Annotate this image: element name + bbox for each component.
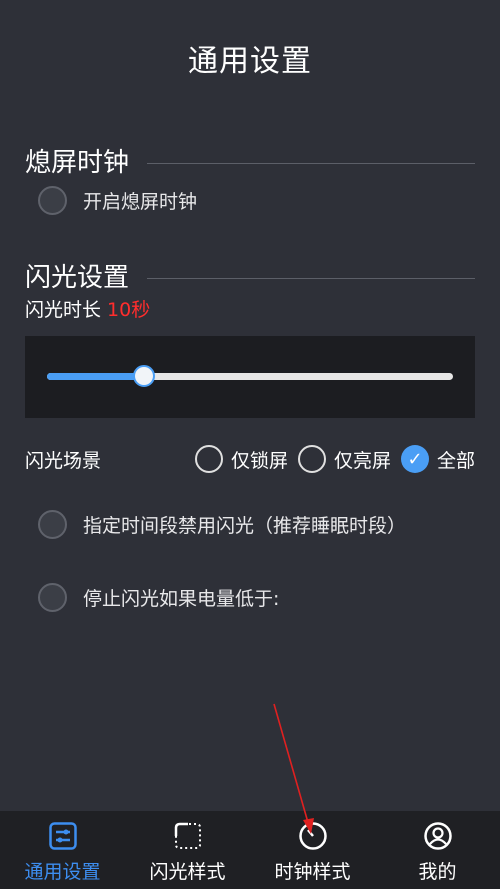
tab-label: 通用设置 bbox=[24, 861, 101, 883]
scene-option-label: 全部 bbox=[436, 449, 475, 472]
flash-scene-label: 闪光场景 bbox=[25, 449, 102, 472]
clock-icon bbox=[298, 821, 328, 851]
slider-thumb[interactable] bbox=[133, 365, 156, 387]
flash-duration-slider[interactable] bbox=[47, 365, 453, 387]
disable-period-toggle[interactable]: 指定时间段禁用闪光（推荐睡眠时段） bbox=[38, 510, 406, 539]
radio-unchecked-icon[interactable] bbox=[38, 186, 67, 215]
tab-label: 闪光样式 bbox=[149, 861, 226, 883]
battery-stop-label: 停止闪光如果电量低于: bbox=[83, 588, 280, 610]
radio-unchecked-icon[interactable] bbox=[38, 510, 67, 539]
flash-duration-label: 闪光时长 bbox=[25, 299, 102, 321]
screen-off-clock-toggle[interactable]: 开启熄屏时钟 bbox=[38, 186, 197, 215]
scene-option-screen-on-only[interactable]: 仅亮屏 bbox=[297, 445, 391, 473]
battery-stop-toggle[interactable]: 停止闪光如果电量低于: bbox=[38, 583, 279, 612]
page-title: 通用设置 bbox=[188, 44, 312, 79]
tab-flash-style[interactable]: 闪光样式 bbox=[125, 811, 250, 889]
radio-unchecked-icon[interactable] bbox=[297, 445, 326, 473]
slider-fill bbox=[47, 373, 145, 380]
radio-checked-icon[interactable]: ✓ bbox=[400, 445, 429, 473]
section-title: 闪光设置 bbox=[25, 263, 130, 293]
section-divider bbox=[147, 278, 475, 279]
tab-label: 我的 bbox=[418, 861, 457, 883]
flash-scene-row: 闪光场景 仅锁屏 仅亮屏 ✓ 全部 bbox=[25, 443, 475, 475]
settings-sliders-icon bbox=[48, 821, 78, 851]
radio-unchecked-icon[interactable] bbox=[38, 583, 67, 612]
scene-option-label: 仅亮屏 bbox=[333, 449, 391, 472]
tab-me[interactable]: 我的 bbox=[375, 811, 500, 889]
flash-duration: 闪光时长 10秒 bbox=[25, 295, 150, 322]
flash-duration-value: 10秒 bbox=[107, 299, 151, 321]
user-icon bbox=[423, 821, 453, 851]
tab-general-settings[interactable]: 通用设置 bbox=[0, 811, 125, 889]
tab-label: 时钟样式 bbox=[274, 861, 351, 883]
screen-off-clock-toggle-label: 开启熄屏时钟 bbox=[83, 191, 198, 213]
section-title: 熄屏时钟 bbox=[25, 148, 130, 178]
scene-option-label: 仅锁屏 bbox=[230, 449, 288, 472]
dashed-frame-icon bbox=[173, 821, 203, 851]
section-header-flash: 闪光设置 bbox=[25, 257, 475, 294]
scene-option-all[interactable]: ✓ 全部 bbox=[400, 445, 475, 473]
tab-clock-style[interactable]: 时钟样式 bbox=[250, 811, 375, 889]
section-header-screen-off-clock: 熄屏时钟 bbox=[25, 142, 475, 179]
bottom-tab-bar: 通用设置 闪光样式 时钟样式 我的 bbox=[0, 811, 500, 889]
scene-option-lock-only[interactable]: 仅锁屏 bbox=[194, 445, 288, 473]
flash-duration-slider-panel bbox=[25, 336, 475, 418]
disable-period-label: 指定时间段禁用闪光（推荐睡眠时段） bbox=[83, 515, 407, 537]
radio-unchecked-icon[interactable] bbox=[194, 445, 223, 473]
section-divider bbox=[147, 163, 475, 164]
